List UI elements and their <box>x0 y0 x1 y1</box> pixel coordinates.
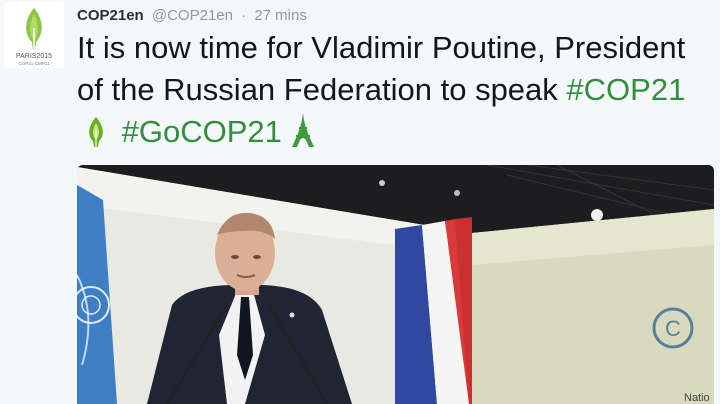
tweet-photo[interactable]: C Natio <box>77 165 714 404</box>
screen-text: Natio <box>684 392 710 404</box>
hashtag-gocop21[interactable]: #GoCOP21 <box>122 114 282 149</box>
display-name[interactable]: COP21en <box>77 7 144 24</box>
tweet: PARIS2015 COP21·CMP11 COP21en @COP21en ·… <box>0 0 720 404</box>
svg-text:C: C <box>665 316 681 341</box>
eiffel-tower-icon <box>290 112 316 159</box>
tweet-header: COP21en @COP21en · 27 mins <box>77 7 307 25</box>
hashtag-cop21[interactable]: #COP21 <box>566 72 685 107</box>
avatar-logo-line2: COP21·CMP11 <box>19 61 50 66</box>
avatar[interactable]: PARIS2015 COP21·CMP11 <box>4 2 64 68</box>
cop21-leaf-icon <box>85 116 107 159</box>
avatar-logo-line1: PARIS2015 <box>16 53 52 60</box>
timestamp[interactable]: 27 mins <box>254 7 307 24</box>
tweet-text: It is now time for Vladimir Poutine, Pre… <box>77 27 707 159</box>
separator: · <box>241 7 247 24</box>
user-handle[interactable]: @COP21en <box>152 7 233 24</box>
